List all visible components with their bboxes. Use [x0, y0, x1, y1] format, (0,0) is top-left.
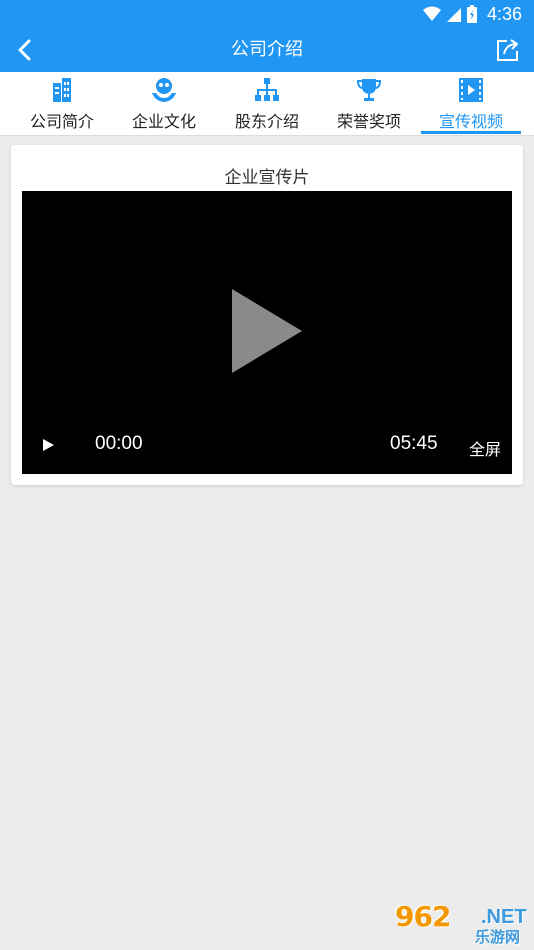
building-icon	[48, 76, 76, 104]
status-bar: 4:36	[0, 0, 534, 28]
trophy-icon	[355, 76, 383, 104]
culture-icon	[150, 76, 178, 104]
play-icon[interactable]	[40, 437, 56, 453]
tab-company-profile[interactable]: 公司简介	[12, 72, 112, 136]
tab-corporate-culture[interactable]: 企业文化	[114, 72, 214, 136]
org-chart-icon	[253, 76, 281, 104]
chevron-left-icon	[18, 39, 31, 61]
status-icons: 4:36	[422, 3, 522, 25]
watermark-main: 962	[395, 900, 451, 933]
tab-label: 企业文化	[131, 112, 196, 131]
share-icon	[497, 39, 518, 61]
play-large-icon[interactable]	[232, 289, 302, 373]
video-card: 企业宣传片 00:00 05:45 全屏	[11, 145, 523, 485]
video-player[interactable]: 00:00 05:45 全屏	[22, 191, 512, 474]
current-time: 00:00	[95, 433, 143, 454]
app-bar: 公司介绍	[0, 28, 534, 72]
status-time: 4:36	[486, 3, 522, 24]
tab-label: 股东介绍	[234, 112, 299, 131]
film-icon	[457, 76, 485, 104]
tab-label: 荣誉奖项	[336, 112, 401, 131]
back-button[interactable]	[4, 30, 44, 70]
watermark-sub: 乐游网	[475, 928, 521, 946]
watermark-logo: 962 .NET 乐游网	[395, 900, 528, 946]
tab-label: 公司简介	[29, 112, 94, 131]
page-title: 公司介绍	[231, 39, 303, 60]
tab-bar: 公司简介 企业文化 股东介绍 荣誉奖项 宣传视频	[0, 72, 534, 136]
battery-icon	[466, 5, 477, 23]
tab-honors-awards[interactable]: 荣誉奖项	[319, 72, 419, 136]
tab-promo-video[interactable]: 宣传视频	[421, 72, 521, 136]
tab-label: 宣传视频	[438, 112, 503, 131]
tab-shareholders[interactable]: 股东介绍	[217, 72, 317, 136]
fullscreen-button[interactable]: 全屏	[469, 436, 501, 460]
wifi-icon	[422, 6, 441, 21]
signal-icon	[446, 8, 461, 22]
share-button[interactable]	[488, 30, 528, 70]
video-title: 企业宣传片	[224, 168, 310, 188]
total-duration: 05:45	[390, 433, 438, 454]
active-tab-indicator	[421, 131, 521, 134]
